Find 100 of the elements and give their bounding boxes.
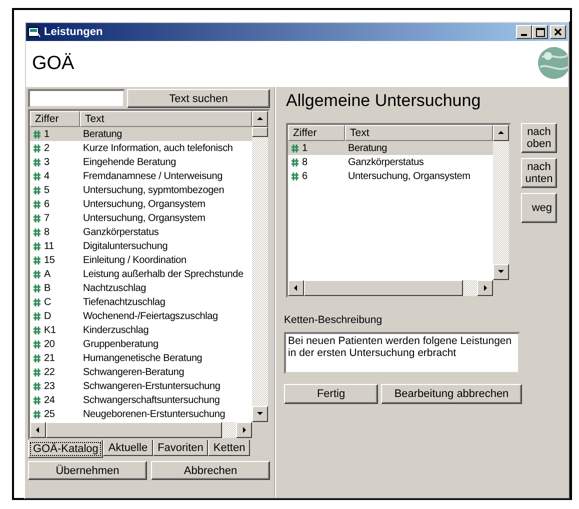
list-row[interactable]: 11 Digitaluntersuchung [30,239,252,253]
scroll-thumb[interactable] [304,280,463,296]
item-text: Schwangeren-Erstuntersuchung [83,380,220,392]
item-text: Neugeborenen-Erstuntersuchung [83,408,226,420]
item-text: Ganzkörperstatus [83,226,159,238]
item-text: Nachtzuschlag [83,282,146,294]
hash-icon [33,396,41,404]
scroll-left-button[interactable] [30,422,46,438]
dialog-button[interactable]: Abbrechen [151,461,270,480]
arrow-down-icon [256,410,264,418]
item-code: 3 [44,156,50,168]
arrow-right-icon [240,426,248,434]
tab[interactable]: Ketten [208,440,250,456]
list-row[interactable]: 7 Untersuchung, Organsystem [30,211,252,225]
dialog-button[interactable]: Übernehmen [28,461,147,480]
list-row[interactable]: 20 Gruppenberatung [30,337,252,351]
arrow-up-icon [256,115,264,123]
scroll-right-button[interactable] [236,422,252,438]
item-code: 4 [44,170,50,182]
description-field[interactable]: Bei neuen Patienten werden folgene Leistungen in der ersten Untersuchung erbracht [284,332,520,374]
item-code: 6 [44,198,50,210]
tab[interactable]: GOÄ-Katalog [28,440,104,458]
scroll-thumb[interactable] [46,422,222,438]
column-header[interactable]: Ziffer [30,111,80,127]
scroll-down-button[interactable] [252,406,268,422]
list-row[interactable]: 2 Kurze Information, auch telefonisch [30,141,252,155]
item-code: K1 [44,324,56,336]
item-text: Wochenend-/Feiertagszuschlag [83,310,218,322]
scroll-down-button[interactable] [493,264,509,280]
tab[interactable]: Aktuelle [103,440,153,456]
hash-icon [33,130,41,138]
item-text: Kinderzuschlag [83,324,149,336]
search-field[interactable] [28,89,125,108]
description-label: Ketten-Beschreibung [284,314,384,326]
scroll-thumb[interactable] [252,127,268,137]
item-code: 15 [44,254,55,266]
item-code: 5 [44,184,50,196]
list-row[interactable]: C Tiefenachtzuschlag [30,295,252,309]
list-row[interactable]: B Nachtzuschlag [30,281,252,295]
hash-icon [33,410,41,418]
hash-icon [33,270,41,278]
hash-icon [33,298,41,306]
list-row[interactable]: 5 Untersuchung, sypmtombezogen [30,183,252,197]
list-row[interactable]: 3 Eingehende Beratung [30,155,252,169]
action-button[interactable]: Bearbeitung abbrechen [381,384,522,404]
list-row[interactable]: 15 Einleitung / Koordination [30,253,252,267]
item-code: 25 [44,408,55,420]
hash-icon [33,172,41,180]
item-text: Ganzkörperstatus [348,156,424,168]
hash-icon [33,382,41,390]
item-text: Schwangeren-Beratung [83,366,184,378]
arrow-down-icon [497,268,505,276]
list-row[interactable]: 4 Fremdanamnese / Unterweisung [30,169,252,183]
item-list[interactable] [28,109,270,440]
item-code: 6 [302,170,308,182]
list-row[interactable]: 23 Schwangeren-Erstuntersuchung [30,379,252,393]
list-row[interactable]: 25 Neugeborenen-Erstuntersuchung [30,407,252,421]
action-button[interactable]: Fertig [284,384,378,404]
hash-icon [33,158,41,166]
scroll-left-button[interactable] [288,280,304,296]
move-button[interactable]: weg [521,193,557,223]
column-header[interactable]: Text [345,125,493,141]
item-list[interactable]: Ziffer Text 1 Beratung 8 Ganzkörperstatus 6 Untersuchung, Organsystem [286,123,511,298]
hash-icon [33,284,41,292]
scroll-up-button[interactable] [252,111,268,127]
item-text: Tiefenachtzuschlag [83,296,166,308]
search-button[interactable]: Text suchen [127,89,270,108]
arrow-left-icon [34,426,42,434]
minimize-button[interactable] [516,25,532,39]
tab[interactable]: Favoriten [152,440,208,456]
hash-icon [291,144,299,152]
column-header[interactable]: Text [80,111,252,127]
list-row[interactable]: 6 Untersuchung, Organsystem [30,197,252,211]
item-code: 23 [44,380,55,392]
hash-icon [33,186,41,194]
hash-icon [33,368,41,376]
scroll-up-button[interactable] [493,125,509,141]
item-code: 8 [44,226,50,238]
item-code: 20 [44,338,55,350]
move-button[interactable]: nach unten [521,158,557,188]
list-row[interactable]: A Leistung außerhalb der Sprechstunde [30,267,252,281]
list-row[interactable]: 24 Schwangerschaftsuntersuchung [30,393,252,407]
list-row[interactable]: 21 Humangenetische Beratung [30,351,252,365]
list-row[interactable]: 22 Schwangeren-Beratung [30,365,252,379]
list-row[interactable]: 6 Untersuchung, Organsystem [288,169,493,183]
item-code: 24 [44,394,55,406]
item-text: Kurze Information, auch telefonisch [83,142,233,154]
move-button[interactable]: nach oben [521,123,557,153]
close-button[interactable] [550,25,566,39]
list-row[interactable]: 8 Ganzkörperstatus [288,155,493,169]
close-icon [554,28,562,36]
list-row[interactable]: D Wochenend-/Feiertagszuschlag [30,309,252,323]
item-code: 8 [302,156,308,168]
scroll-right-button[interactable] [477,280,493,296]
hash-icon [33,200,41,208]
list-row[interactable]: 8 Ganzkörperstatus [30,225,252,239]
list-row[interactable]: K1 Kinderzuschlag [30,323,252,337]
maximize-button[interactable] [532,25,548,39]
item-text: Fremdanamnese / Unterweisung [83,170,222,182]
column-header[interactable]: Ziffer [288,125,345,141]
